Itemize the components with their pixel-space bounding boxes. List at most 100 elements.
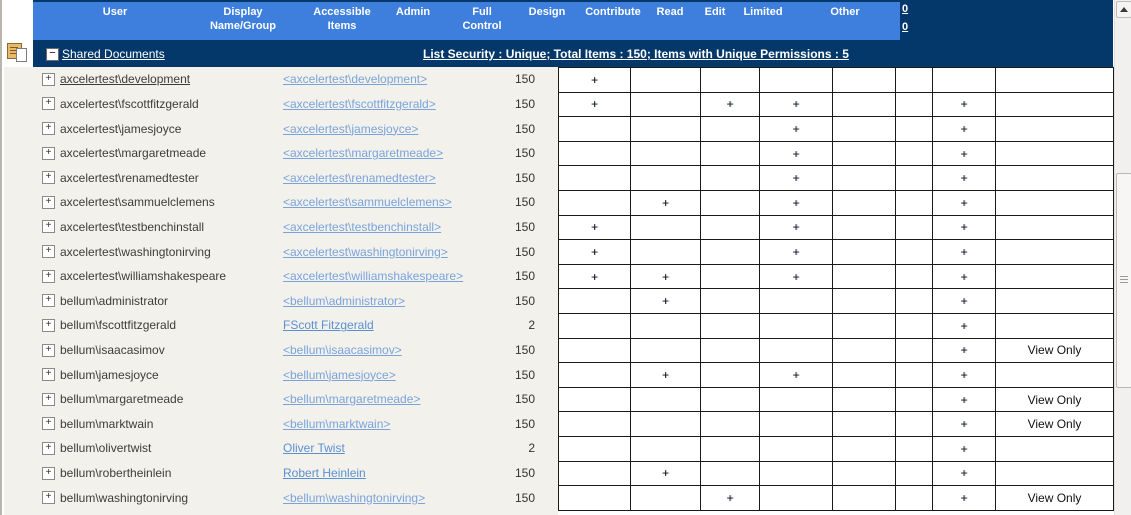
permission-cell bbox=[558, 386, 631, 413]
expand-icon[interactable] bbox=[42, 195, 55, 209]
display-name-link[interactable]: Oliver Twist bbox=[283, 441, 345, 455]
permission-plus-cell: + bbox=[932, 460, 996, 487]
permission-plus-cell: + bbox=[932, 263, 996, 290]
frame-count-link-top[interactable]: 0 bbox=[902, 3, 908, 15]
display-name-link[interactable]: <axcelertest\williamshakespeare> bbox=[283, 269, 463, 283]
frame-count-link-bottom[interactable]: 0 bbox=[902, 21, 908, 33]
collapse-section-icon[interactable] bbox=[46, 48, 59, 61]
table-row: axcelertest\development <axcelertest\dev… bbox=[42, 67, 558, 92]
permission-cell bbox=[995, 362, 1114, 388]
grid-row: + + bbox=[558, 140, 1114, 167]
user-name: bellum\robertheinlein bbox=[60, 466, 172, 481]
permission-cell bbox=[832, 214, 896, 241]
display-name-link[interactable]: Robert Heinlein bbox=[283, 466, 366, 480]
permission-cell bbox=[759, 460, 833, 487]
display-name-link[interactable]: <axcelertest\jamesjoyce> bbox=[283, 122, 418, 136]
permission-cell bbox=[700, 67, 760, 93]
permission-plus-cell: + bbox=[932, 165, 996, 191]
expand-icon[interactable] bbox=[42, 269, 55, 283]
expand-icon[interactable] bbox=[42, 392, 55, 406]
permission-cell bbox=[895, 165, 933, 191]
display-name-link[interactable]: <axcelertest\sammuelclemens> bbox=[283, 195, 452, 209]
permission-cell bbox=[895, 214, 933, 241]
permission-cell bbox=[558, 189, 631, 216]
scroll-up-button[interactable] bbox=[1116, 1, 1131, 18]
permission-plus-cell: + bbox=[932, 435, 996, 462]
display-name-link[interactable]: <axcelertest\margaretmeade> bbox=[283, 146, 443, 160]
scrollbar-thumb[interactable] bbox=[1116, 173, 1131, 388]
column-header-read: Read bbox=[656, 6, 684, 18]
page-icon bbox=[16, 48, 27, 62]
display-name-link[interactable]: <bellum\administrator> bbox=[283, 294, 405, 308]
permission-plus-cell: + bbox=[630, 288, 701, 314]
report-header: User Display Name/Group Accessible Items… bbox=[0, 0, 1131, 67]
display-name-link[interactable]: <bellum\washingtonirving> bbox=[283, 491, 425, 505]
display-name-link[interactable]: <axcelertest\development> bbox=[283, 72, 427, 86]
permission-cell bbox=[759, 386, 833, 413]
display-name-link[interactable]: <axcelertest\testbenchinstall> bbox=[283, 220, 441, 234]
expand-icon[interactable] bbox=[42, 72, 55, 86]
table-row: axcelertest\williamshakespeare <axcelert… bbox=[42, 264, 558, 289]
display-name-link[interactable]: <bellum\marktwain> bbox=[283, 417, 390, 431]
permission-cell bbox=[832, 67, 896, 93]
expand-icon[interactable] bbox=[42, 417, 55, 431]
expand-icon[interactable] bbox=[42, 245, 55, 259]
accessible-items-count: 150 bbox=[514, 416, 535, 431]
grid-row: + + + bbox=[558, 214, 1114, 241]
permission-plus-cell: + bbox=[630, 189, 701, 216]
user-name[interactable]: axcelertest\development bbox=[60, 72, 190, 86]
expand-icon[interactable] bbox=[42, 294, 55, 308]
permission-cell bbox=[558, 435, 631, 462]
expand-icon[interactable] bbox=[42, 368, 55, 382]
expand-icon[interactable] bbox=[42, 343, 55, 357]
display-name-link[interactable]: <axcelertest\fscottfitzgerald> bbox=[283, 97, 436, 111]
expand-icon[interactable] bbox=[42, 171, 55, 185]
permission-plus-cell: + bbox=[932, 116, 996, 142]
user-list: axcelertest\development <axcelertest\dev… bbox=[42, 67, 558, 510]
permission-cell bbox=[759, 337, 833, 364]
copy-library-icon[interactable] bbox=[7, 43, 29, 63]
permission-plus-cell: + bbox=[759, 165, 833, 191]
permission-cell bbox=[832, 116, 896, 142]
permission-cell bbox=[558, 337, 631, 364]
permission-plus-cell: + bbox=[932, 485, 996, 511]
accessible-items-count: 150 bbox=[514, 170, 535, 185]
permission-cell bbox=[700, 116, 760, 142]
permission-cell bbox=[995, 435, 1114, 462]
grid-row: + + View Only bbox=[558, 485, 1114, 511]
permission-cell bbox=[832, 337, 896, 364]
user-name: axcelertest\sammuelclemens bbox=[60, 195, 215, 210]
permission-cell bbox=[558, 288, 631, 314]
grid-row: + + bbox=[558, 288, 1114, 314]
display-name-link[interactable]: <bellum\margaretmeade> bbox=[283, 392, 420, 406]
table-row: axcelertest\margaretmeade <axcelertest\m… bbox=[42, 141, 558, 166]
table-row: axcelertest\washingtonirving <axcelertes… bbox=[42, 239, 558, 264]
expand-icon[interactable] bbox=[42, 318, 55, 332]
view-only-cell: View Only bbox=[995, 337, 1114, 364]
accessible-items-count: 150 bbox=[514, 367, 535, 382]
permission-cell bbox=[700, 435, 760, 462]
expand-icon[interactable] bbox=[42, 441, 55, 455]
section-title-link[interactable]: Shared Documents bbox=[62, 47, 165, 61]
expand-icon[interactable] bbox=[42, 491, 55, 505]
display-name-link[interactable]: FScott Fitzgerald bbox=[283, 318, 374, 332]
grid-row: + bbox=[558, 312, 1114, 339]
display-name-link[interactable]: <axcelertest\washingtonirving> bbox=[283, 245, 448, 259]
expand-icon[interactable] bbox=[42, 466, 55, 480]
display-name-link[interactable]: <bellum\jamesjoyce> bbox=[283, 368, 396, 382]
expand-icon[interactable] bbox=[42, 122, 55, 136]
expand-icon[interactable] bbox=[42, 220, 55, 234]
display-name-link[interactable]: <axcelertest\renamedtester> bbox=[283, 171, 436, 185]
grid-row: + + + + bbox=[558, 263, 1114, 290]
column-header-design: Design bbox=[528, 6, 566, 18]
vertical-scrollbar[interactable] bbox=[1114, 0, 1131, 515]
grid-row: + + bbox=[558, 116, 1114, 142]
expand-icon[interactable] bbox=[42, 146, 55, 160]
permission-cell bbox=[558, 312, 631, 339]
table-row: bellum\robertheinlein Robert Heinlein 15… bbox=[42, 461, 558, 486]
display-name-link[interactable]: <bellum\isaacasimov> bbox=[283, 343, 402, 357]
permission-cell bbox=[895, 386, 933, 413]
column-header-admin: Admin bbox=[395, 6, 431, 18]
permission-cell bbox=[700, 337, 760, 364]
expand-icon[interactable] bbox=[42, 97, 55, 111]
